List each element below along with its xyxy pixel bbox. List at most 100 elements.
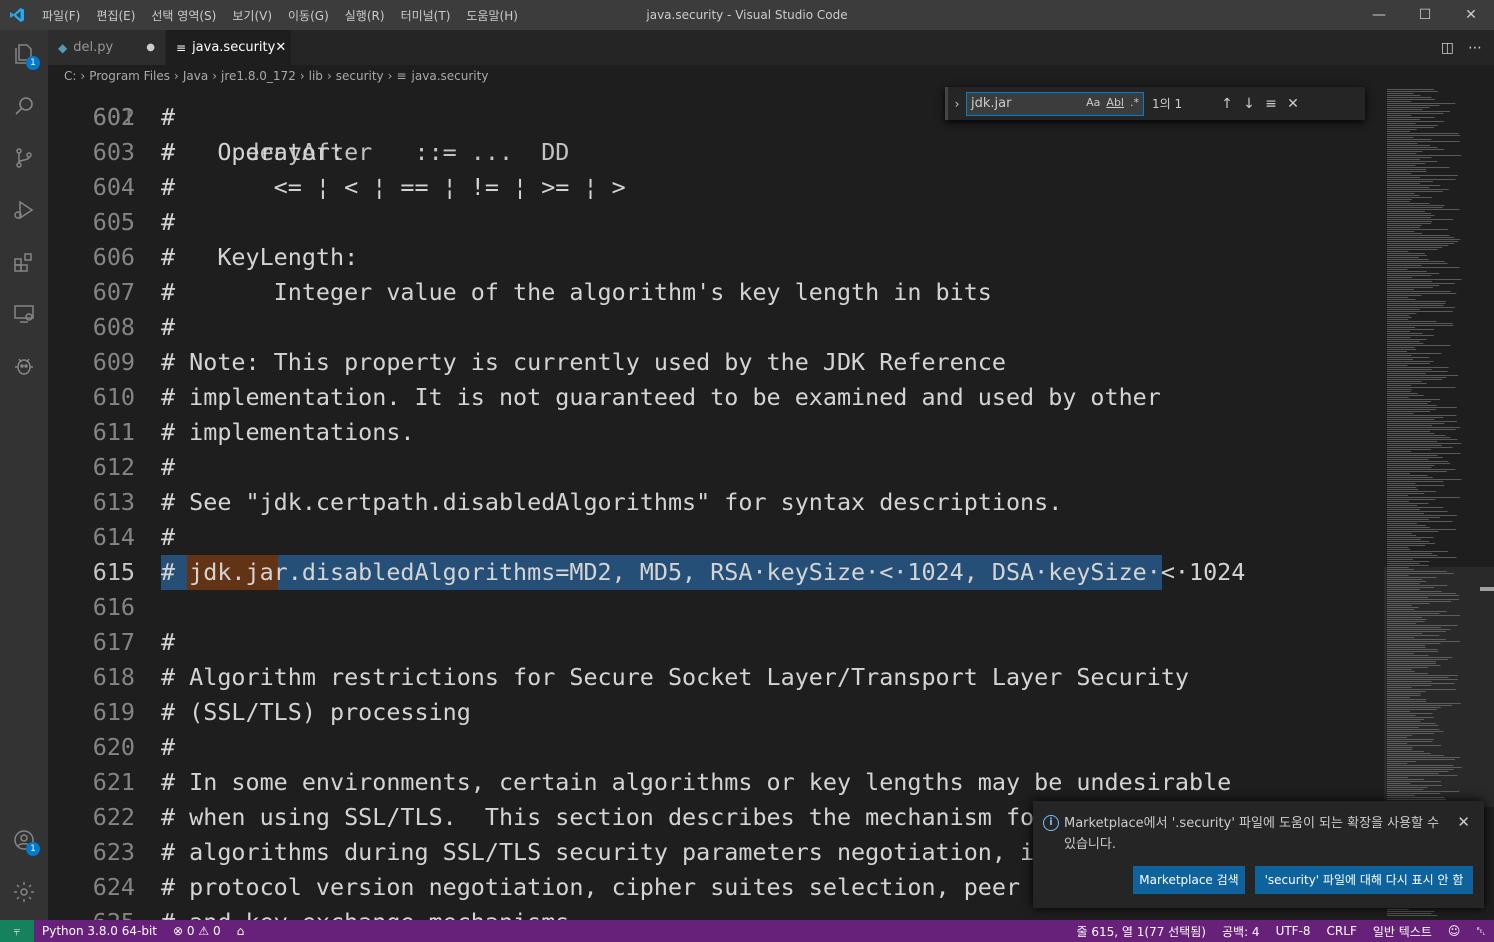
minimap-line	[1387, 281, 1433, 282]
breadcrumb-item[interactable]: lib	[309, 69, 323, 83]
minimap-line	[1387, 449, 1432, 450]
tab-java-security[interactable]: ≡ java.security ✕	[166, 30, 292, 65]
toggle-replace-icon[interactable]: ›	[948, 97, 966, 111]
minimap-line	[1387, 383, 1427, 384]
minimap-line	[1387, 161, 1438, 162]
line-number: 623	[92, 838, 135, 866]
menu-help[interactable]: 도움말(H)	[458, 7, 526, 24]
explorer-icon[interactable]: 1	[0, 30, 48, 78]
line-number: 622	[92, 803, 135, 831]
extensions-icon[interactable]	[0, 238, 48, 286]
menu-bar: 파일(F) 편집(E) 선택 영역(S) 보기(V) 이동(G) 실행(R) 터…	[34, 0, 526, 30]
bug-icon[interactable]	[0, 342, 48, 390]
minimap-line	[1387, 363, 1430, 364]
split-editor-icon[interactable]: ◫	[1441, 40, 1454, 56]
minimap-line	[1387, 519, 1429, 520]
menu-terminal[interactable]: 터미널(T)	[393, 7, 459, 24]
maximize-button[interactable]: ☐	[1402, 0, 1448, 30]
minimap-line	[1387, 555, 1438, 556]
live-share-icon[interactable]: ⌂	[229, 924, 253, 938]
minimap-line	[1387, 413, 1414, 414]
cursor-position[interactable]: 줄 615, 열 1(77 선택됨)	[1069, 923, 1214, 940]
code-line: #	[161, 523, 176, 551]
line-number: 603	[92, 138, 135, 166]
menu-selection[interactable]: 선택 영역(S)	[143, 7, 224, 24]
dont-show-again-button[interactable]: 'security' 파일에 대해 다시 표시 안 함	[1255, 866, 1473, 894]
find-in-selection-icon[interactable]: ≡	[1260, 96, 1282, 112]
minimap-line	[1387, 145, 1431, 146]
language-mode[interactable]: 일반 텍스트	[1365, 923, 1440, 940]
error-icon: ⊗	[173, 924, 184, 938]
menu-run[interactable]: 실행(R)	[337, 7, 393, 24]
remote-indicator-icon[interactable]: ⫧	[0, 920, 34, 942]
close-icon[interactable]: ✕	[1282, 96, 1304, 112]
menu-go[interactable]: 이동(G)	[280, 7, 337, 24]
minimap-line	[1387, 215, 1435, 216]
indentation[interactable]: 공백: 4	[1214, 923, 1268, 940]
breadcrumb-item[interactable]: C:	[64, 69, 76, 83]
code-line: # In some environments, certain algorith…	[161, 768, 1232, 796]
more-actions-icon[interactable]: ⋯	[1468, 40, 1482, 56]
breadcrumb-item[interactable]: java.security	[412, 69, 489, 83]
minimap-line	[1387, 443, 1462, 444]
whole-word-icon[interactable]: Abl	[1106, 96, 1124, 109]
gear-icon[interactable]	[0, 868, 48, 916]
minimap-slider[interactable]	[1384, 567, 1494, 807]
minimap-line	[1387, 277, 1412, 278]
line-number: 616	[92, 593, 135, 621]
remote-explorer-icon[interactable]	[0, 290, 48, 338]
match-case-icon[interactable]: Aa	[1086, 96, 1100, 109]
info-icon: i	[1043, 815, 1059, 831]
find-input[interactable]: jdk.jar Aa Abl .*	[966, 91, 1144, 116]
minimap-line	[1387, 285, 1440, 286]
notifications-bell-icon[interactable]: ␇	[1468, 924, 1494, 939]
breadcrumb-item[interactable]: security	[336, 69, 384, 83]
minimap-line	[1387, 341, 1420, 342]
breadcrumb-item[interactable]: Java	[183, 69, 208, 83]
end-of-line[interactable]: CRLF	[1319, 924, 1365, 938]
minimap-line	[1387, 109, 1423, 110]
code-line: # (SSL/TLS) processing	[161, 698, 471, 726]
tab-del-py[interactable]: ◆ del.py ●	[48, 30, 166, 65]
breadcrumb-item[interactable]: jre1.8.0_172	[221, 69, 296, 83]
minimap-line	[1387, 537, 1434, 538]
search-icon[interactable]	[0, 82, 48, 130]
close-window-button[interactable]: ✕	[1448, 0, 1494, 30]
minimap-line	[1387, 487, 1417, 488]
next-match-icon[interactable]: ↓	[1238, 96, 1260, 112]
code-editor[interactable]: 601 # denyAfter ::= ... DD 602 #603 # Oper…	[48, 87, 1384, 920]
source-control-icon[interactable]	[0, 134, 48, 182]
minimap-line	[1387, 313, 1417, 314]
dirty-dot-icon[interactable]: ●	[146, 42, 155, 53]
minimap-line	[1387, 393, 1418, 394]
line-number: 609	[92, 348, 135, 376]
minimap-line	[1387, 103, 1456, 104]
menu-file[interactable]: 파일(F)	[34, 7, 88, 24]
menu-view[interactable]: 보기(V)	[224, 7, 280, 24]
regex-icon[interactable]: .*	[1130, 96, 1139, 109]
encoding[interactable]: UTF-8	[1268, 924, 1319, 938]
run-debug-icon[interactable]	[0, 186, 48, 234]
minimap-line	[1387, 423, 1445, 424]
minimap-line	[1387, 369, 1432, 370]
problems-indicator[interactable]: ⊗ 0 ⚠ 0	[165, 924, 229, 938]
marketplace-search-button[interactable]: Marketplace 검색	[1133, 866, 1245, 894]
minimap[interactable]	[1384, 87, 1494, 920]
minimap-line	[1387, 371, 1448, 372]
feedback-icon[interactable]: ☺	[1440, 924, 1469, 938]
close-icon[interactable]: ✕	[1457, 813, 1470, 831]
close-icon[interactable]: ✕	[275, 40, 286, 55]
python-interpreter[interactable]: Python 3.8.0 64-bit	[34, 924, 165, 938]
minimap-line	[1387, 307, 1455, 308]
minimize-button[interactable]: —	[1356, 0, 1402, 30]
breadcrumb-item[interactable]: Program Files	[89, 69, 170, 83]
menu-edit[interactable]: 편집(E)	[88, 7, 143, 24]
minimap-line	[1387, 157, 1432, 158]
minimap-line	[1387, 337, 1411, 338]
minimap-line	[1387, 455, 1438, 456]
minimap-line	[1387, 563, 1420, 564]
accounts-icon[interactable]: 1	[0, 816, 48, 864]
minimap-line	[1387, 431, 1430, 432]
minimap-line	[1387, 439, 1458, 440]
previous-match-icon[interactable]: ↑	[1216, 96, 1238, 112]
